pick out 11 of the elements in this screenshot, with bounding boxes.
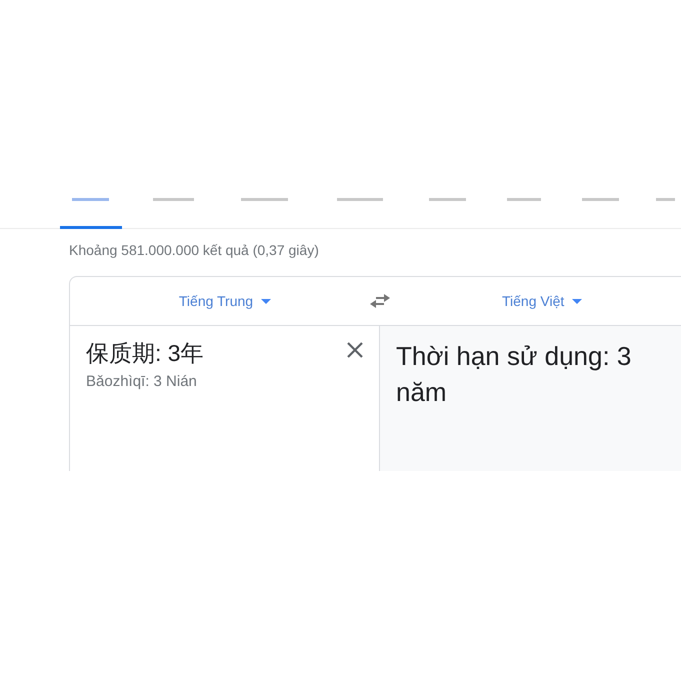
source-text[interactable]: 保质期: 3年 [86,338,204,369]
close-icon[interactable] [347,342,363,358]
result-stats: Khoảng 581.000.000 kết quả (0,37 giây) [69,242,320,258]
source-language-dropdown[interactable]: Tiếng Trung [178,293,272,309]
romanization-text: Bǎozhìqī: 3 Nián [86,373,198,390]
caret-icon [261,298,272,304]
swap-icon[interactable] [370,294,390,308]
translation-text: Thời hạn sử dụng: 3 năm [396,340,632,409]
search-tab[interactable] [60,198,122,228]
target-language-dropdown[interactable]: Tiếng Việt [502,293,582,309]
caret-icon [572,298,582,304]
